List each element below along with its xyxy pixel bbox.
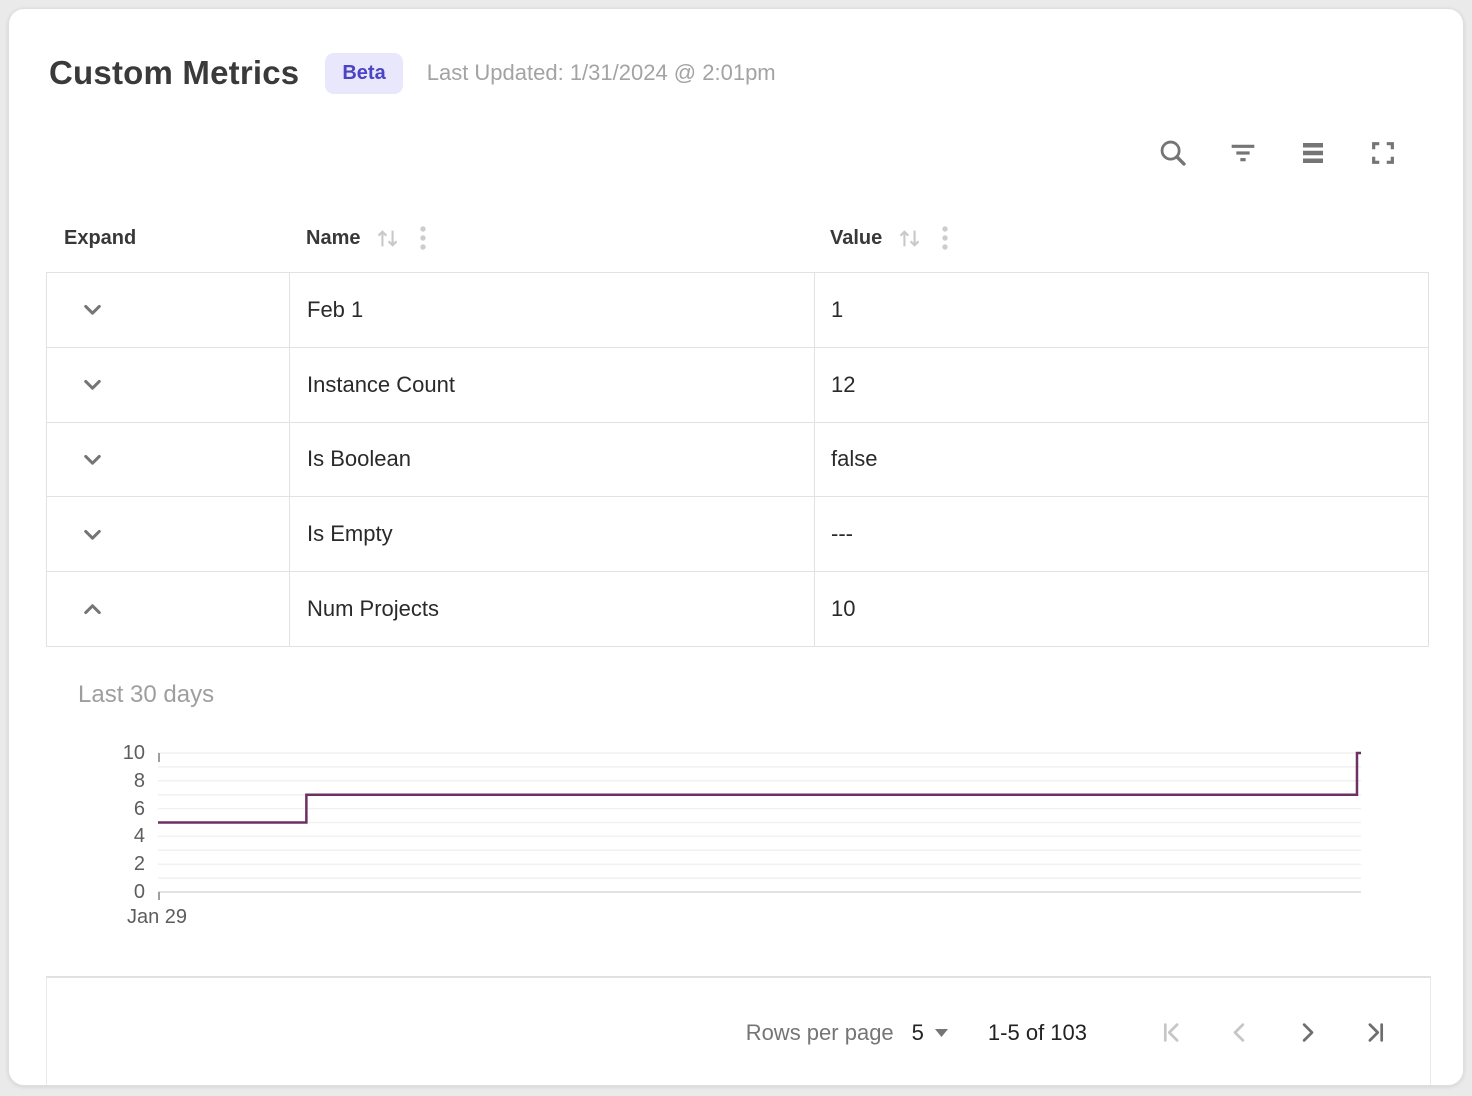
x-axis-tick-label: Jan 29	[109, 906, 205, 929]
y-axis-tick-label: 10	[59, 741, 145, 765]
expand-row-button[interactable]	[73, 515, 111, 553]
value-cell: ---	[814, 497, 1428, 571]
collapse-row-button[interactable]	[73, 590, 111, 628]
value-cell: 12	[814, 348, 1428, 422]
filter-icon	[1227, 137, 1259, 169]
table-header-row: Expand Name Value	[46, 209, 1429, 267]
expand-row-button[interactable]	[73, 291, 111, 329]
page-header: Custom Metrics Beta Last Updated: 1/31/2…	[49, 43, 776, 103]
column-menu-value-button[interactable]	[933, 224, 957, 252]
metric-value: false	[831, 446, 877, 472]
beta-badge: Beta	[325, 53, 402, 94]
search-button[interactable]	[1151, 131, 1195, 175]
pagination-range-label: 1-5 of 103	[988, 1020, 1087, 1046]
last-updated-text: Last Updated: 1/31/2024 @ 2:01pm	[427, 60, 776, 86]
metric-value: 1	[831, 297, 843, 323]
chart-title: Last 30 days	[78, 681, 214, 709]
first-page-button	[1149, 1011, 1193, 1055]
table-row: Is Boolean false	[47, 423, 1428, 498]
metric-value: 10	[831, 596, 855, 622]
expand-cell	[47, 273, 289, 347]
y-axis-tick-label: 6	[59, 797, 145, 821]
sort-value-button[interactable]	[896, 225, 923, 252]
sort-arrows-icon	[896, 225, 923, 252]
chevron-right-icon	[1294, 1019, 1321, 1046]
row-density-icon	[1297, 137, 1329, 169]
expand-cell	[47, 497, 289, 571]
metric-name: Num Projects	[307, 596, 439, 622]
chevron-down-icon	[79, 446, 106, 473]
metric-value: 12	[831, 372, 855, 398]
column-menu-name-button[interactable]	[411, 224, 435, 252]
table-row: Num Projects 10	[47, 572, 1428, 646]
rows-per-page-value: 5	[912, 1020, 924, 1046]
metric-name: Feb 1	[307, 297, 363, 323]
kebab-menu-icon	[933, 224, 957, 252]
y-axis-tick-label: 0	[59, 880, 145, 904]
page-title: Custom Metrics	[49, 54, 299, 92]
rows-per-page-select[interactable]: 5	[912, 1020, 948, 1046]
y-axis-tick-label: 2	[59, 852, 145, 876]
table-row: Is Empty ---	[47, 497, 1428, 572]
custom-metrics-card: Custom Metrics Beta Last Updated: 1/31/2…	[8, 8, 1464, 1086]
name-cell: Instance Count	[289, 348, 814, 422]
value-cell: false	[814, 423, 1428, 497]
column-header-value[interactable]: Value	[813, 224, 1429, 252]
last-page-button[interactable]	[1353, 1011, 1397, 1055]
metrics-table-body: Feb 11Instance Count12Is BooleanfalseIs …	[46, 272, 1429, 647]
name-cell: Is Empty	[289, 497, 814, 571]
metric-step-chart	[158, 753, 1361, 892]
expand-row-button[interactable]	[73, 440, 111, 478]
metric-name: Is Empty	[307, 521, 393, 547]
column-header-name[interactable]: Name	[288, 224, 813, 252]
last-page-icon	[1362, 1019, 1389, 1046]
previous-page-button	[1217, 1011, 1261, 1055]
column-header-expand: Expand	[46, 227, 288, 250]
sort-name-button[interactable]	[374, 225, 401, 252]
value-cell: 10	[814, 572, 1428, 646]
name-cell: Feb 1	[289, 273, 814, 347]
chart-y-axis: 0 2 4 6 8 10	[59, 741, 145, 911]
metric-name: Is Boolean	[307, 446, 411, 472]
first-page-icon	[1158, 1019, 1185, 1046]
chevron-left-icon	[1226, 1019, 1253, 1046]
table-row: Instance Count 12	[47, 348, 1428, 423]
row-density-button[interactable]	[1291, 131, 1335, 175]
fullscreen-button[interactable]	[1361, 131, 1405, 175]
chevron-up-icon	[79, 596, 106, 623]
expand-row-button[interactable]	[73, 366, 111, 404]
y-axis-tick-label: 4	[59, 824, 145, 848]
caret-down-icon	[935, 1029, 948, 1037]
value-cell: 1	[814, 273, 1428, 347]
expand-cell	[47, 572, 289, 646]
expand-cell	[47, 423, 289, 497]
y-axis-tick-label: 8	[59, 769, 145, 793]
chevron-down-icon	[79, 521, 106, 548]
sort-arrows-icon	[374, 225, 401, 252]
column-label: Value	[830, 227, 882, 250]
table-toolbar	[1151, 131, 1405, 175]
expand-cell	[47, 348, 289, 422]
next-page-button[interactable]	[1285, 1011, 1329, 1055]
fullscreen-icon	[1367, 137, 1399, 169]
name-cell: Num Projects	[289, 572, 814, 646]
rows-per-page-label: Rows per page	[746, 1020, 894, 1046]
pagination-bar: Rows per page 5 1-5 of 103	[47, 978, 1430, 1086]
metric-value: ---	[831, 521, 853, 547]
chevron-down-icon	[79, 296, 106, 323]
column-label: Expand	[64, 227, 136, 250]
column-label: Name	[306, 227, 360, 250]
table-row: Feb 1 1	[47, 273, 1428, 348]
chart-plot-area	[158, 753, 1361, 892]
kebab-menu-icon	[411, 224, 435, 252]
name-cell: Is Boolean	[289, 423, 814, 497]
metric-line	[158, 753, 1361, 823]
chevron-down-icon	[79, 371, 106, 398]
filter-button[interactable]	[1221, 131, 1265, 175]
metric-name: Instance Count	[307, 372, 455, 398]
table-footer: Rows per page 5 1-5 of 103	[46, 976, 1431, 1086]
search-icon	[1157, 137, 1189, 169]
